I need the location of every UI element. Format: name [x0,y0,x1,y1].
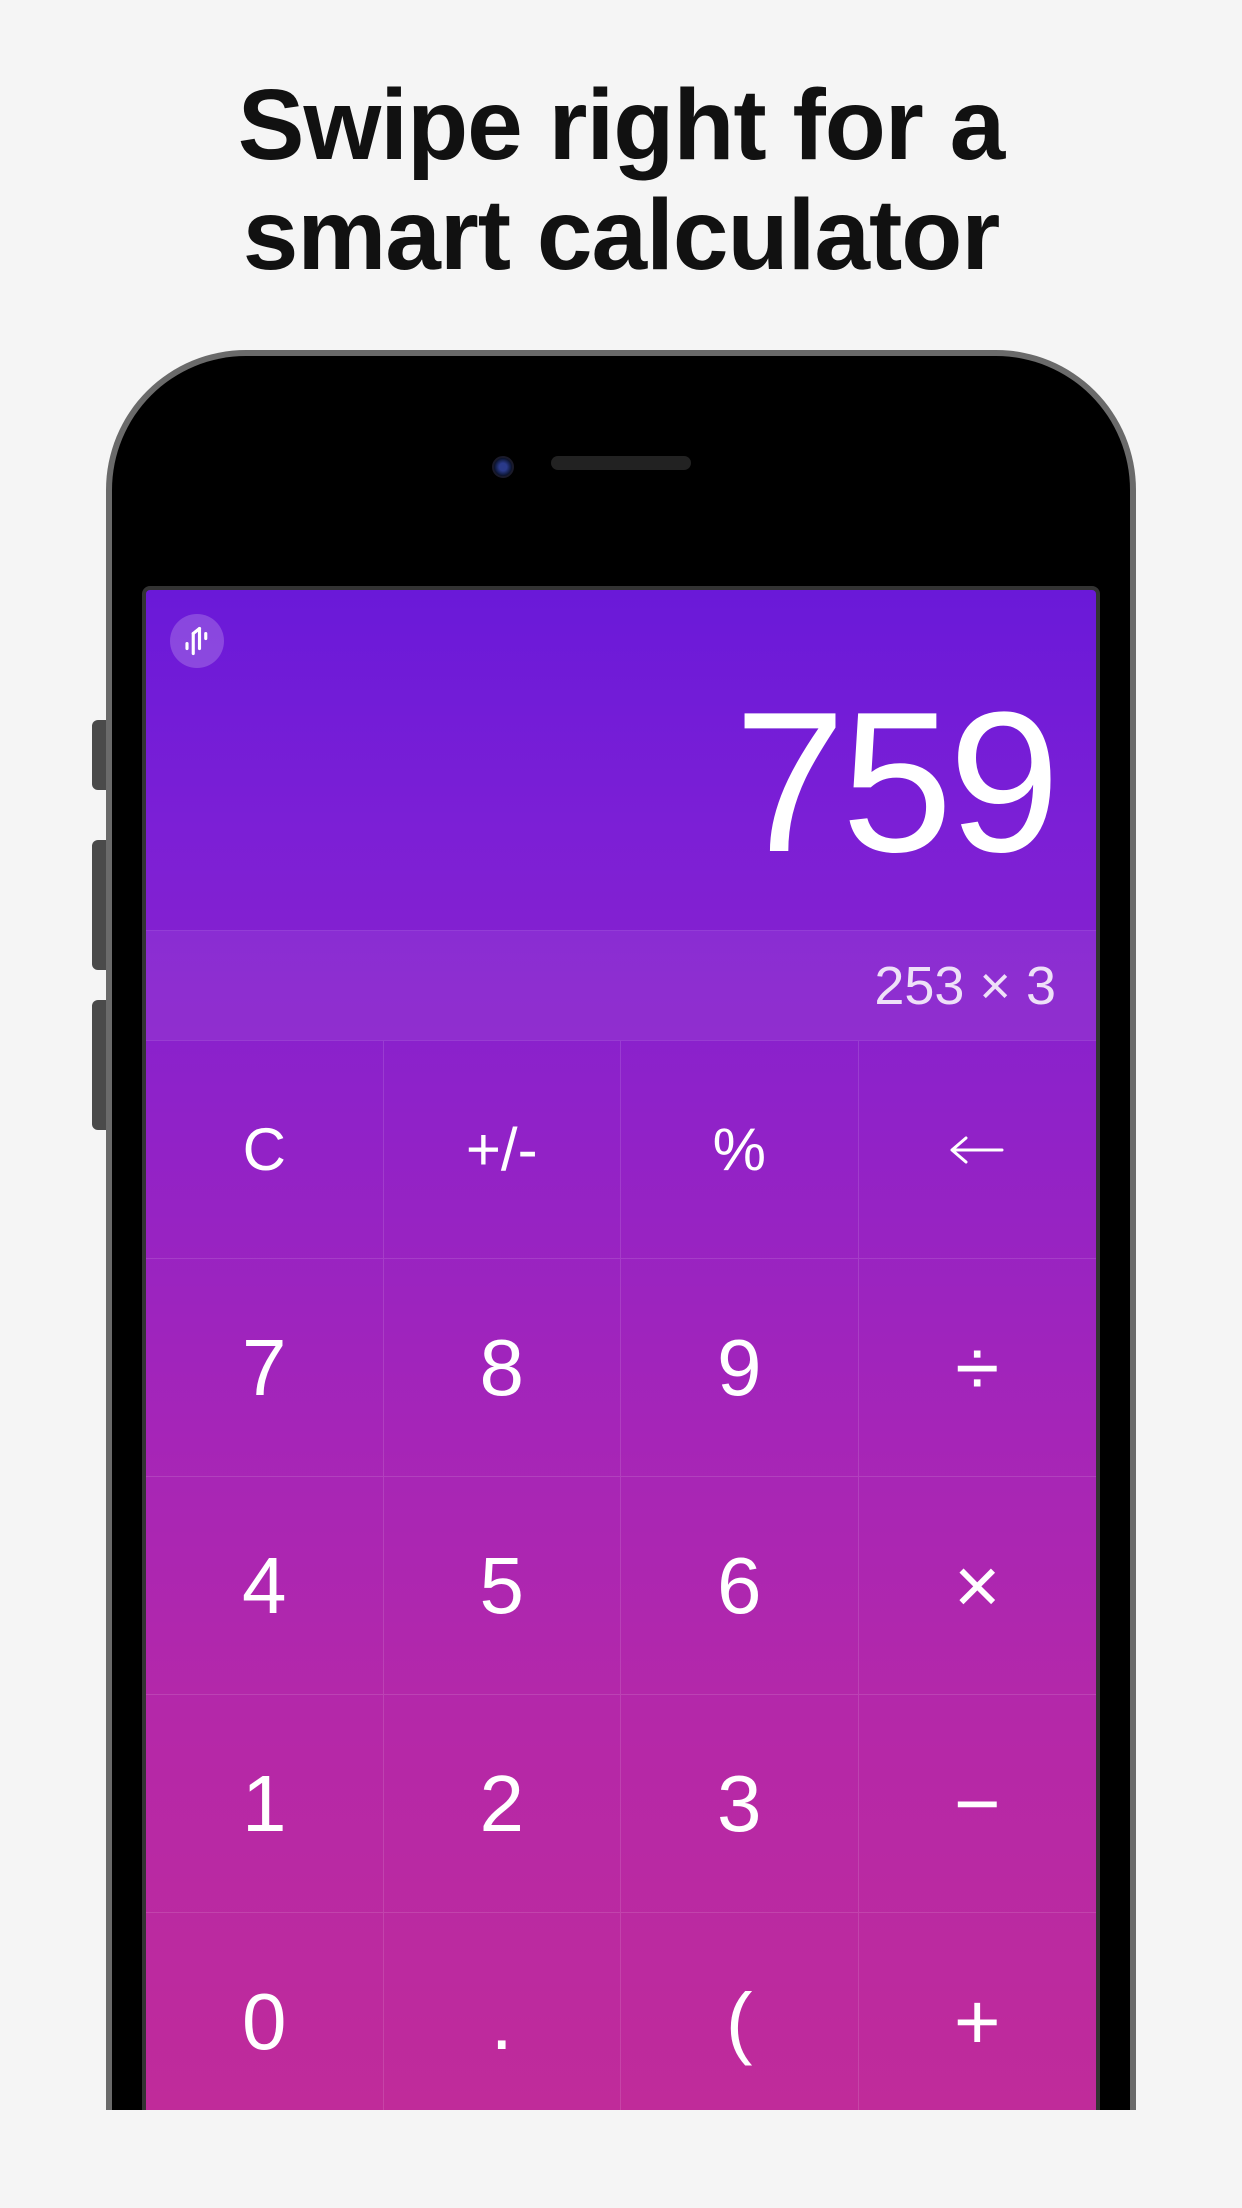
digit-2-key[interactable]: 2 [384,1694,622,1912]
backspace-key[interactable] [859,1040,1097,1258]
phone-mockup: 759 253 × 3 C +/- % 7 8 9 ÷ [106,350,1136,2110]
phone-mute-switch [92,720,106,790]
digit-1-key[interactable]: 1 [146,1694,384,1912]
percent-key[interactable]: % [621,1040,859,1258]
calculator-screen: 759 253 × 3 C +/- % 7 8 9 ÷ [142,586,1100,2110]
digit-6-key[interactable]: 6 [621,1476,859,1694]
digit-5-key[interactable]: 5 [384,1476,622,1694]
phone-volume-up [92,840,106,970]
calculator-result: 759 [734,668,1056,898]
subtract-key[interactable]: − [859,1694,1097,1912]
phone-camera [492,456,514,478]
phone-volume-down [92,1000,106,1130]
add-key[interactable]: + [859,1912,1097,2110]
calculator-keypad: C +/- % 7 8 9 ÷ 4 5 6 × [146,1040,1096,2110]
headline-line2: smart calculator [243,179,1000,291]
digit-0-key[interactable]: 0 [146,1912,384,2110]
decimal-key[interactable]: . [384,1912,622,2110]
digit-4-key[interactable]: 4 [146,1476,384,1694]
marketing-headline: Swipe right for a smart calculator [0,0,1242,290]
left-paren-key[interactable]: ( [621,1912,859,2110]
history-expression: 253 × 3 [874,955,1056,1017]
history-bar[interactable]: 253 × 3 [146,930,1096,1040]
digit-3-key[interactable]: 3 [621,1694,859,1912]
digit-9-key[interactable]: 9 [621,1258,859,1476]
divide-key[interactable]: ÷ [859,1258,1097,1476]
multiply-key[interactable]: × [859,1476,1097,1694]
phone-frame-body: 759 253 × 3 C +/- % 7 8 9 ÷ [112,356,1130,2110]
phone-speaker [551,456,691,470]
phone-frame-outer: 759 253 × 3 C +/- % 7 8 9 ÷ [106,350,1136,2110]
backspace-icon [950,1135,1004,1165]
clear-key[interactable]: C [146,1040,384,1258]
digit-8-key[interactable]: 8 [384,1258,622,1476]
waveform-icon [182,626,212,656]
headline-line1: Swipe right for a [238,69,1004,181]
app-logo-button[interactable] [170,614,224,668]
digit-7-key[interactable]: 7 [146,1258,384,1476]
sign-key[interactable]: +/- [384,1040,622,1258]
